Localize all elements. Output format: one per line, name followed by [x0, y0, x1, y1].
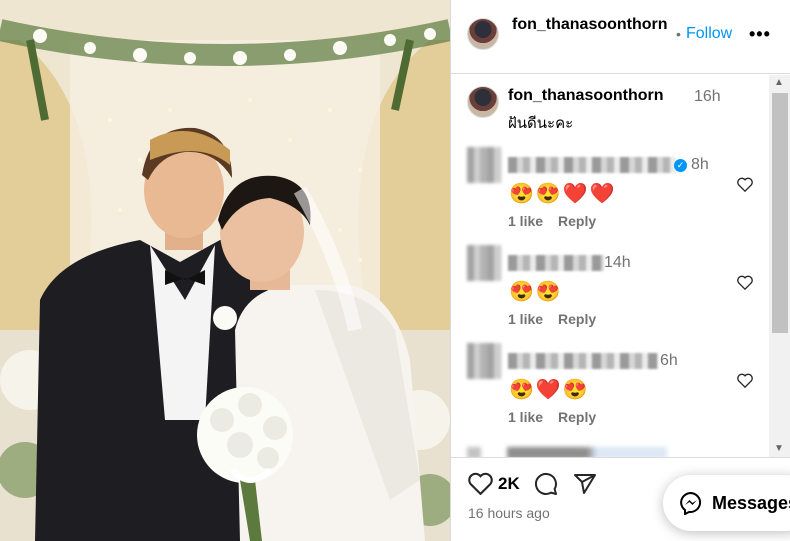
- heart-icon[interactable]: [468, 472, 493, 495]
- post-header: fon_thanasoonthorn • Follow •••: [451, 0, 790, 74]
- more-icon[interactable]: •••: [749, 24, 771, 45]
- comment-likes[interactable]: 1 like: [508, 311, 543, 327]
- wedding-photo: [0, 0, 450, 541]
- comment-item: 14h 😍😍 1 like Reply: [451, 245, 769, 335]
- comments-list[interactable]: fon_thanasoonthorn 16h ฝันดีนะคะ ✓ 8h 😍😍…: [451, 75, 769, 457]
- post-photo[interactable]: [0, 0, 450, 541]
- author-username[interactable]: fon_thanasoonthorn: [512, 14, 677, 36]
- blurred-username[interactable]: [508, 353, 658, 369]
- comment-item: ✓ 8h 😍😍❤️❤️ 1 like Reply: [451, 147, 769, 237]
- caption-username[interactable]: fon_thanasoonthorn: [508, 87, 664, 105]
- messages-label: Messages: [712, 493, 790, 513]
- comment-likes[interactable]: 1 like: [508, 213, 543, 229]
- scrollbar-thumb[interactable]: [772, 93, 788, 333]
- verified-icon: ✓: [674, 159, 687, 172]
- comment-time[interactable]: 14h: [604, 254, 631, 272]
- reply-button[interactable]: Reply: [558, 311, 596, 327]
- caption-time[interactable]: 16h: [694, 88, 721, 106]
- heart-icon[interactable]: [737, 275, 753, 290]
- blurred-avatar[interactable]: [467, 343, 501, 379]
- blurred-avatar[interactable]: [467, 147, 501, 183]
- comment-time[interactable]: 8h: [691, 156, 709, 174]
- messages-button[interactable]: Messages: [663, 475, 790, 531]
- scroll-up-icon[interactable]: ▲: [774, 77, 784, 88]
- comment-item: 6h 😍❤️😍 1 like Reply: [451, 343, 769, 433]
- caption-text: ฝันดีนะคะ: [508, 115, 574, 132]
- separator-dot: •: [676, 26, 681, 42]
- comment-text: 😍😍: [509, 281, 563, 303]
- blurred-avatar[interactable]: [467, 245, 501, 281]
- scroll-down-icon[interactable]: ▼: [774, 443, 784, 454]
- heart-icon[interactable]: [737, 177, 753, 192]
- author-avatar[interactable]: [467, 18, 499, 50]
- post-timestamp[interactable]: 16 hours ago: [468, 505, 550, 521]
- comment-text: 😍❤️😍: [509, 379, 590, 401]
- comment-time[interactable]: 6h: [660, 352, 678, 370]
- comment-likes[interactable]: 1 like: [508, 409, 543, 425]
- comment-icon[interactable]: [534, 472, 558, 496]
- heart-icon[interactable]: [737, 373, 753, 388]
- blurred-username[interactable]: [508, 157, 676, 173]
- next-comment-preview: [467, 447, 667, 457]
- comment-text: 😍😍❤️❤️: [509, 183, 617, 205]
- caption-avatar[interactable]: [467, 86, 499, 118]
- reply-button[interactable]: Reply: [558, 213, 596, 229]
- blurred-username[interactable]: [508, 255, 604, 271]
- reply-button[interactable]: Reply: [558, 409, 596, 425]
- follow-button[interactable]: Follow: [686, 25, 732, 43]
- like-count[interactable]: 2K: [498, 474, 520, 494]
- comments-scrollbar[interactable]: ▲ ▼: [769, 75, 790, 457]
- post-side-panel: fon_thanasoonthorn • Follow ••• fon_than…: [450, 0, 790, 541]
- share-icon[interactable]: [573, 472, 597, 496]
- messenger-icon: [680, 491, 701, 515]
